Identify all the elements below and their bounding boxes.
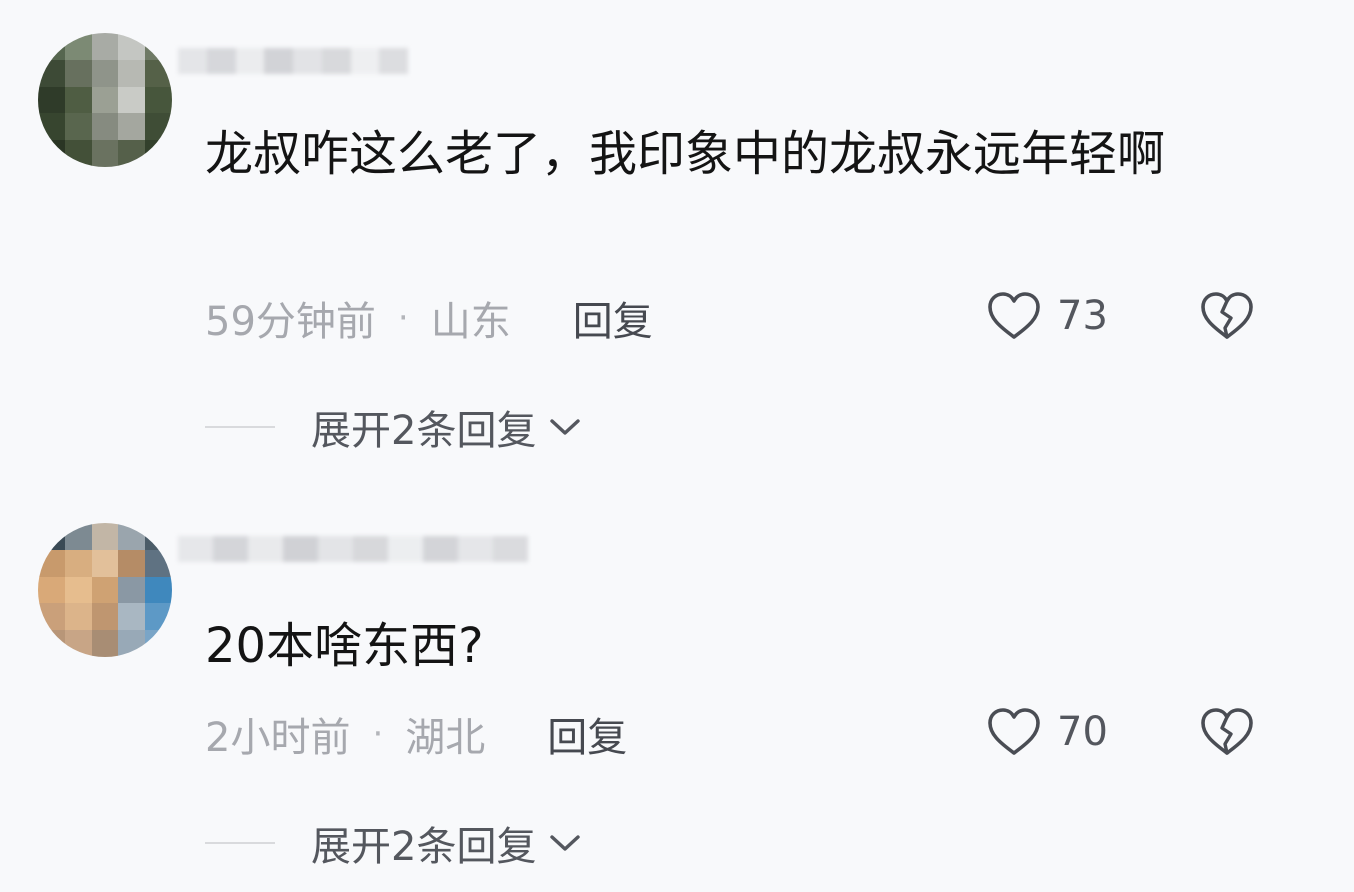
username-redacted[interactable] xyxy=(178,48,408,74)
comment-meta: 59分钟前 · 山东 回复 xyxy=(205,289,653,347)
meta-separator: · xyxy=(397,298,409,338)
broken-heart-icon[interactable] xyxy=(1198,290,1256,342)
divider-line xyxy=(205,842,275,844)
chevron-down-icon xyxy=(550,419,581,435)
avatar[interactable] xyxy=(38,523,172,657)
expand-replies-button[interactable]: 展开2条回复 xyxy=(205,402,582,454)
avatar-pixelated-image xyxy=(38,523,172,657)
comment-time: 2小时前 xyxy=(205,715,351,761)
divider-line xyxy=(205,426,275,428)
comment-meta: 2小时前 · 湖北 回复 xyxy=(205,705,627,763)
username-redacted[interactable] xyxy=(178,536,528,562)
like-count: 70 xyxy=(1057,709,1108,755)
expand-replies-label: 展开2条回复 xyxy=(311,824,537,870)
broken-heart-icon[interactable] xyxy=(1198,706,1256,758)
reply-button[interactable]: 回复 xyxy=(547,705,627,763)
expand-replies-button[interactable]: 展开2条回复 xyxy=(205,818,582,870)
avatar[interactable] xyxy=(38,33,172,167)
comment-text: 龙叔咋这么老了，我印象中的龙叔永远年轻啊 xyxy=(205,126,1166,182)
like-button[interactable]: 73 xyxy=(985,290,1108,342)
heart-outline-icon xyxy=(988,292,1040,339)
comment-item: 龙叔咋这么老了，我印象中的龙叔永远年轻啊 59分钟前 · 山东 回复 73 展开… xyxy=(0,0,1354,454)
chevron-down-icon xyxy=(550,835,581,851)
like-button[interactable]: 70 xyxy=(985,706,1108,758)
comment-location: 湖北 xyxy=(405,715,486,761)
comment-time: 59分钟前 xyxy=(205,299,376,345)
comment-item: 20本啥东西? 2小时前 · 湖北 回复 70 展开2条回复 xyxy=(0,446,1354,892)
like-count: 73 xyxy=(1057,293,1108,339)
avatar-pixelated-image xyxy=(38,33,172,167)
comment-location: 山东 xyxy=(430,299,511,345)
reply-button[interactable]: 回复 xyxy=(573,289,653,347)
heart-outline-icon xyxy=(988,708,1040,755)
meta-separator: · xyxy=(372,714,384,754)
comment-text: 20本啥东西? xyxy=(205,618,484,674)
